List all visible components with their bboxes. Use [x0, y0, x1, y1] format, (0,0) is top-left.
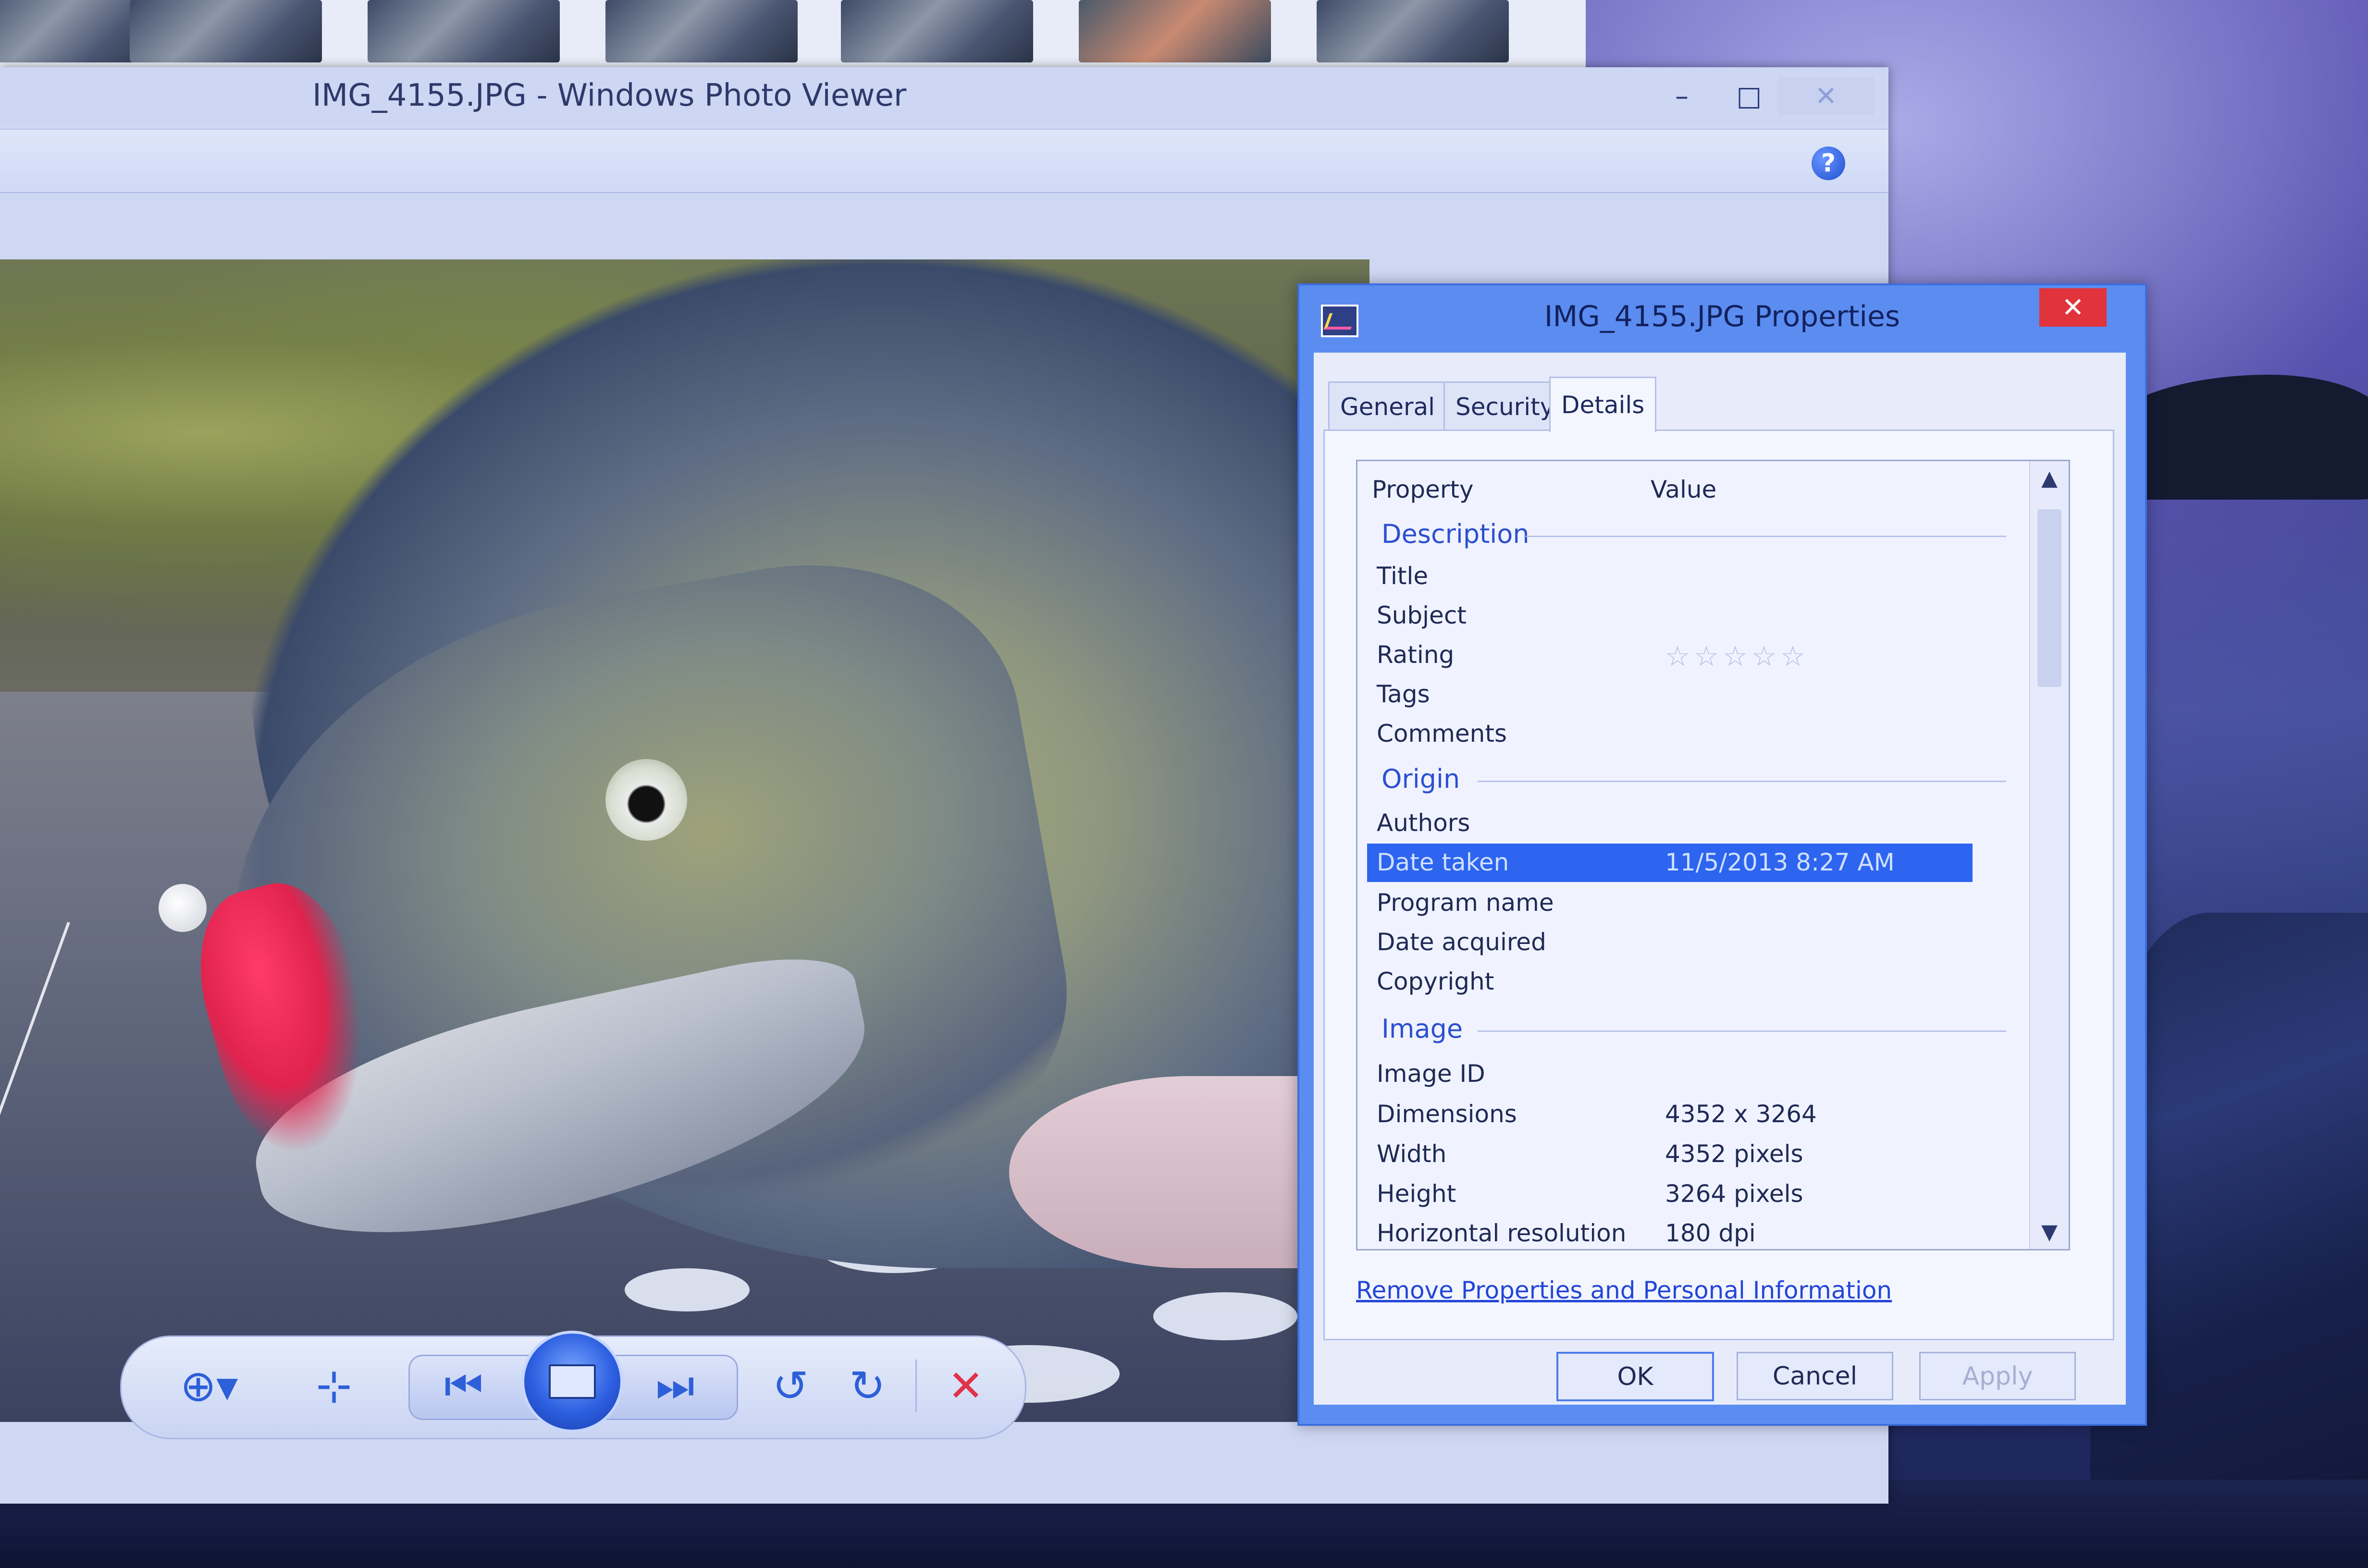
property-name: Rating [1377, 641, 1455, 669]
slideshow-icon [549, 1364, 596, 1399]
dialog-close-button[interactable]: ✕ [2039, 288, 2107, 327]
property-row-comments[interactable]: Comments [1367, 715, 1992, 753]
property-name: Copyright [1377, 968, 1494, 995]
property-row-authors[interactable]: Authors [1367, 804, 1992, 843]
viewer-title: IMG_4155.JPG - Windows Photo Viewer [312, 78, 907, 113]
property-name: Comments [1377, 720, 1507, 747]
minimize-button[interactable]: – [1653, 77, 1711, 115]
property-row-copyright[interactable]: Copyright [1367, 963, 1992, 1001]
scroll-down-icon[interactable]: ▼ [2030, 1220, 2069, 1244]
tab-security[interactable]: Security [1443, 381, 1566, 431]
group-divider [1478, 1030, 2006, 1032]
property-name: Subject [1377, 601, 1467, 629]
cancel-button[interactable]: Cancel [1737, 1352, 1893, 1400]
dialog-body: General Security Details Property Value … [1314, 353, 2126, 1405]
photo-foam [1153, 1292, 1297, 1340]
property-row-title[interactable]: Title [1367, 557, 1992, 596]
thumbnail-strip [0, 0, 1586, 67]
dialog-title: IMG_4155.JPG Properties [1544, 300, 1900, 333]
property-name: Date taken [1377, 848, 1509, 876]
actual-size-icon[interactable]: ⊹ [298, 1350, 370, 1422]
dialog-titlebar[interactable]: IMG_4155.JPG Properties ✕ [1299, 285, 2145, 348]
property-row-subject[interactable]: Subject [1367, 597, 1992, 635]
delete-icon[interactable]: ✕ [930, 1350, 1002, 1422]
close-button[interactable]: ✕ [1778, 77, 1874, 115]
thumbnail[interactable] [841, 0, 1033, 62]
zoom-icon[interactable]: ⊕▾ [173, 1350, 245, 1422]
property-row-date-acquired[interactable]: Date acquired [1367, 923, 1992, 962]
viewer-titlebar[interactable]: IMG_4155.JPG - Windows Photo Viewer – □ … [0, 67, 1888, 125]
property-name: Authors [1377, 809, 1470, 837]
property-name: Tags [1377, 680, 1430, 708]
rating-stars[interactable]: ☆☆☆☆☆ [1665, 640, 1809, 673]
toolbar-separator [915, 1360, 917, 1412]
displayed-photo [0, 259, 1369, 1422]
group-divider [1526, 536, 2006, 537]
rotate-counterclockwise-icon[interactable]: ↺ [754, 1350, 826, 1422]
property-row-horizontal-resolution[interactable]: Horizontal resolution 180 dpi [1367, 1214, 1992, 1249]
property-row-width[interactable]: Width 4352 pixels [1367, 1135, 1992, 1174]
property-row-program-name[interactable]: Program name [1367, 884, 1992, 922]
property-value: 4352 pixels [1665, 1140, 1803, 1168]
thumbnail[interactable] [605, 0, 798, 62]
property-name: Title [1377, 562, 1429, 590]
viewer-menubar [0, 129, 1888, 193]
property-name: Date acquired [1377, 928, 1546, 956]
photo-foam [625, 1268, 750, 1311]
properties-scrollbar[interactable]: ▲ ▼ [2029, 461, 2069, 1249]
thumbnail[interactable] [130, 0, 322, 62]
property-name: Dimensions [1377, 1100, 1517, 1128]
property-value: 4352 x 3264 [1665, 1100, 1817, 1128]
thumbnail[interactable] [1079, 0, 1271, 62]
properties-list[interactable]: Property Value Description Title Subject… [1356, 460, 2070, 1250]
group-header-image: Image [1381, 1014, 1463, 1044]
remove-properties-link[interactable]: Remove Properties and Personal Informati… [1356, 1276, 1892, 1304]
photo-fish-eye [605, 759, 687, 841]
list-header: Property Value [1357, 461, 2025, 514]
property-name: Width [1377, 1140, 1447, 1168]
scrollbar-thumb[interactable] [2037, 509, 2061, 687]
property-name: Image ID [1377, 1060, 1485, 1088]
previous-icon[interactable]: ⏮ [428, 1350, 500, 1422]
property-row-height[interactable]: Height 3264 pixels [1367, 1175, 1992, 1213]
group-header-description: Description [1381, 519, 1529, 549]
property-value: 3264 pixels [1665, 1180, 1803, 1208]
property-row-tags[interactable]: Tags [1367, 675, 1992, 714]
column-header-value[interactable]: Value [1651, 476, 1716, 503]
maximize-button[interactable]: □ [1720, 77, 1778, 115]
next-icon[interactable]: ⏭ [639, 1350, 711, 1422]
group-divider [1478, 781, 2006, 782]
rotate-clockwise-icon[interactable]: ↻ [831, 1350, 903, 1422]
photo-fly-bead [159, 884, 207, 932]
property-row-date-taken[interactable]: Date taken 11/5/2013 8:27 AM [1367, 844, 1973, 882]
help-icon[interactable]: ? [1812, 147, 1845, 180]
property-row-rating[interactable]: Rating ☆☆☆☆☆ [1367, 636, 1992, 674]
tab-details[interactable]: Details [1549, 377, 1657, 432]
property-name: Program name [1377, 889, 1554, 917]
scroll-up-icon[interactable]: ▲ [2030, 466, 2069, 490]
apply-button[interactable]: Apply [1919, 1352, 2076, 1400]
tab-general[interactable]: General [1328, 381, 1447, 431]
thumbnail[interactable] [368, 0, 560, 62]
slideshow-button[interactable] [521, 1331, 623, 1433]
ok-button[interactable]: OK [1556, 1352, 1714, 1401]
properties-dialog: IMG_4155.JPG Properties ✕ General Securi… [1297, 283, 2147, 1426]
property-value: 11/5/2013 8:27 AM [1665, 848, 1895, 876]
property-value: 180 dpi [1665, 1219, 1756, 1247]
group-header-origin: Origin [1381, 764, 1460, 794]
property-row-dimensions[interactable]: Dimensions 4352 x 3264 [1367, 1095, 1992, 1134]
thumbnail[interactable] [1317, 0, 1509, 62]
property-row-image-id[interactable]: Image ID [1367, 1055, 1992, 1093]
column-header-property[interactable]: Property [1372, 476, 1474, 503]
screen: IMG_4155.JPG - Windows Photo Viewer – □ … [0, 0, 2368, 1568]
property-name: Height [1377, 1180, 1456, 1208]
details-panel: Property Value Description Title Subject… [1323, 429, 2114, 1340]
property-name: Horizontal resolution [1377, 1219, 1627, 1247]
